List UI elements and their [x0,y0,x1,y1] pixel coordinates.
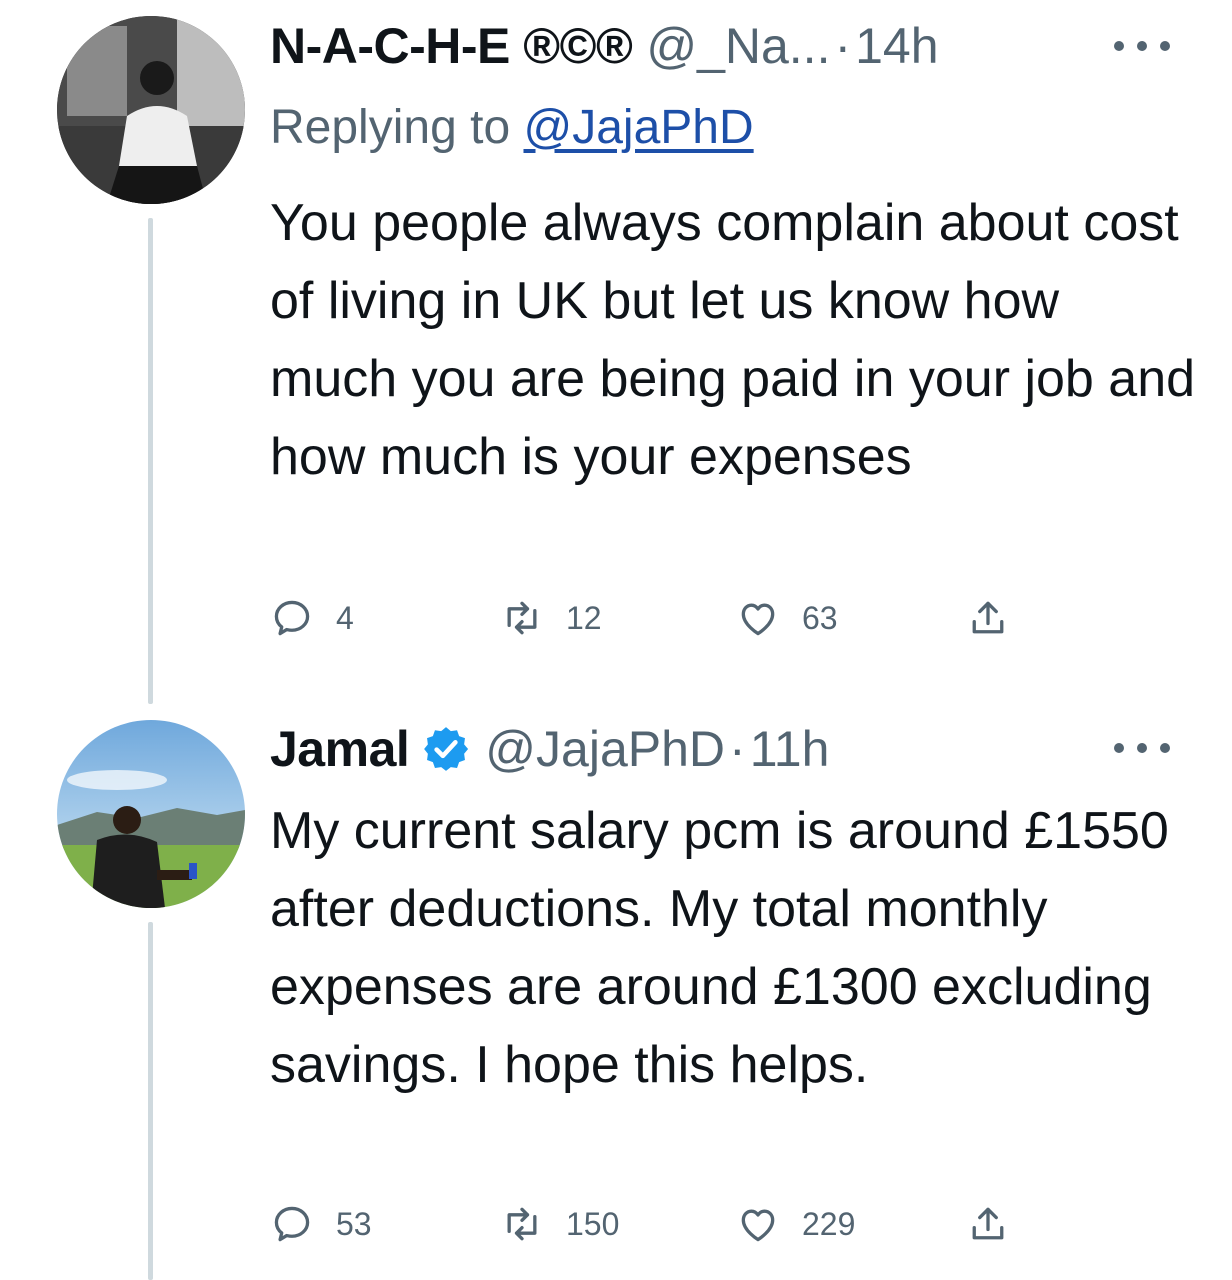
handle[interactable]: @JajaPhD [485,720,725,778]
reply-count: 4 [336,599,354,636]
avatar-photo-bw [57,16,245,204]
tweet-header: N-A-C-H-E ®©® @_Na... · 14h [270,16,939,76]
reply-icon [274,1206,310,1242]
retweet-button[interactable]: 150 [500,1202,619,1246]
reply-count: 53 [336,1205,372,1242]
reply-button[interactable]: 53 [270,1202,372,1246]
share-button[interactable] [966,1202,1010,1246]
thread-connector-line [148,218,153,704]
timestamp[interactable]: 11h [750,720,830,778]
like-count: 63 [802,599,838,636]
timestamp[interactable]: 14h [855,17,938,75]
avatar[interactable] [57,16,245,204]
verified-badge-icon[interactable] [421,724,471,774]
share-icon [972,601,1004,634]
share-button[interactable] [966,596,1010,640]
replying-to-label: Replying to [270,101,511,154]
like-icon [741,1209,775,1242]
like-button[interactable]: 229 [736,1202,855,1246]
tweet-actions: 4 12 63 [270,596,1030,652]
retweet-icon [507,1207,537,1241]
separator: · [729,721,746,777]
avatar-photo-landscape [57,720,245,908]
display-name[interactable]: Jamal [270,720,410,778]
tweet-header: Jamal @JajaPhD · 11h [270,718,829,780]
replying-to: Replying to @JajaPhD [270,100,754,155]
retweet-icon [507,601,537,635]
replying-to-handle-link[interactable]: @JajaPhD [523,101,753,154]
separator: · [834,18,852,74]
retweet-button[interactable]: 12 [500,596,602,640]
like-button[interactable]: 63 [736,596,838,640]
reply-icon [274,600,310,636]
retweet-count: 12 [566,599,602,636]
tweet-text: You people always complain about cost of… [270,194,1196,486]
tweet-text: My current salary pcm is around £1550 af… [270,802,1169,1094]
tweet-actions: 53 150 229 [270,1202,1030,1258]
like-icon [741,603,775,636]
more-icon[interactable] [1114,738,1170,758]
thread-connector-line-lower [148,922,153,1280]
reply-button[interactable]: 4 [270,596,354,640]
display-name[interactable]: N-A-C-H-E ®©® [270,17,633,75]
like-count: 229 [802,1205,856,1242]
retweet-count: 150 [566,1205,620,1242]
avatar[interactable] [57,720,245,908]
more-icon[interactable] [1114,36,1170,56]
share-icon [972,1207,1004,1240]
handle[interactable]: @_Na... [646,17,830,75]
